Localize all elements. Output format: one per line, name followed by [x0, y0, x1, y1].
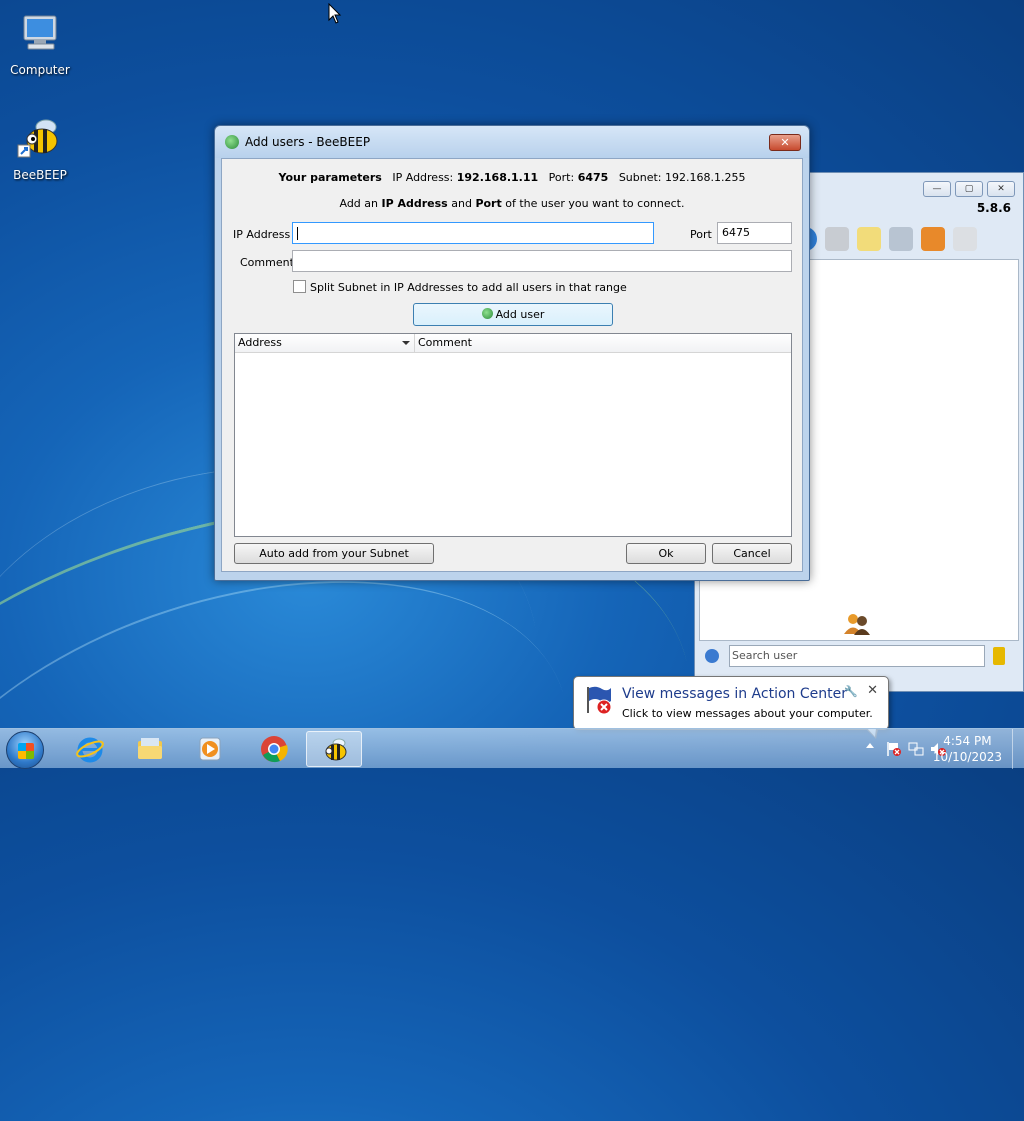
action-center-flag-icon	[587, 686, 612, 715]
desktop-icon-computer[interactable]: Computer	[0, 10, 80, 77]
ip-address-input[interactable]	[292, 222, 654, 244]
taskbar-explorer[interactable]	[122, 731, 178, 767]
split-subnet-label[interactable]: Split Subnet in IP Addresses to add all …	[310, 281, 627, 294]
chrome-icon	[261, 736, 288, 763]
clear-search-icon[interactable]	[993, 647, 1005, 665]
bee-icon	[17, 119, 58, 158]
trash-icon[interactable]	[953, 227, 977, 251]
your-parameters: Your parameters IP Address: 192.168.1.11…	[222, 171, 802, 184]
edit-icon[interactable]	[857, 227, 881, 251]
action-center-tray-icon[interactable]	[886, 741, 902, 757]
port-input[interactable]: 6475	[717, 222, 792, 244]
folder-icon	[138, 738, 162, 759]
hint-ip: IP Address	[381, 197, 448, 210]
media-player-icon	[199, 737, 221, 761]
text-caret	[297, 226, 298, 240]
sort-arrow-icon	[402, 341, 410, 345]
bee-icon	[325, 738, 347, 761]
add-user-label: Add user	[495, 308, 545, 321]
taskbar-beebeep[interactable]	[306, 731, 362, 767]
dialog-client: Your parameters IP Address: 192.168.1.11…	[221, 158, 803, 572]
add-user-button[interactable]: Add user	[413, 303, 613, 326]
add-user-icon	[481, 308, 493, 319]
desktop-icon-beebeep[interactable]: BeeBEEP	[0, 115, 80, 182]
hint-text: and	[447, 197, 476, 210]
search-user-input[interactable]: Search user	[729, 645, 985, 667]
column-label: Comment	[418, 336, 472, 349]
params-subnet-label: Subnet:	[618, 171, 662, 184]
params-ip-value: 192.168.1.11	[456, 171, 539, 184]
maximize-button[interactable]: ▢	[955, 181, 983, 197]
notification-close-button[interactable]: ✕	[867, 683, 878, 698]
port-label: Port	[690, 228, 712, 241]
clock-date: 10/10/2023	[932, 750, 1002, 764]
tools-icon[interactable]	[889, 227, 913, 251]
version-label: 5.8.6	[976, 201, 1011, 215]
clock-time: 4:54 PM	[943, 734, 992, 748]
taskbar-chrome[interactable]	[246, 731, 302, 767]
taskbar-internet-explorer[interactable]	[62, 731, 118, 767]
main-toolbar	[805, 221, 1011, 257]
beebeep-globe-icon	[225, 135, 239, 149]
params-ip-label: IP Address:	[392, 171, 454, 184]
auto-add-subnet-button[interactable]: Auto add from your Subnet	[234, 543, 434, 564]
pin-icon[interactable]: 🔧	[844, 685, 858, 698]
update-icon[interactable]	[921, 227, 945, 251]
windows-logo-icon	[18, 743, 34, 759]
split-subnet-checkbox[interactable]	[293, 280, 306, 293]
hint-port: Port	[475, 197, 502, 210]
dialog-close-button[interactable]: ✕	[769, 134, 801, 151]
close-button[interactable]: ✕	[987, 181, 1015, 197]
params-subnet-value: 192.168.1.255	[665, 171, 746, 184]
minimize-button[interactable]: —	[923, 181, 951, 197]
dialog-title: Add users - BeeBEEP	[245, 135, 371, 149]
show-hidden-icons-arrow-icon[interactable]	[866, 743, 874, 748]
desktop-icon-label: Computer	[10, 63, 70, 77]
comment-input[interactable]	[292, 250, 792, 272]
desktop-icon-label: BeeBEEP	[13, 168, 67, 182]
comment-label: Comment	[240, 256, 294, 269]
start-button[interactable]	[6, 731, 44, 769]
hint-text: Add an	[339, 197, 382, 210]
column-label: Address	[238, 336, 282, 349]
show-desktop-button[interactable]	[1012, 729, 1024, 769]
settings-gear-icon[interactable]	[705, 649, 719, 663]
ip-address-label: IP Address	[233, 228, 291, 241]
params-port-label: Port:	[548, 171, 575, 184]
users-table[interactable]: Address Comment	[234, 333, 792, 537]
ok-button[interactable]: Ok	[626, 543, 706, 564]
hint-text: of the user you want to connect.	[501, 197, 685, 210]
table-header: Address Comment	[235, 334, 791, 353]
window-controls: — ▢ ✕	[923, 181, 1015, 197]
vcard-icon[interactable]	[825, 227, 849, 251]
add-users-dialog: Add users - BeeBEEP ✕ Your parameters IP…	[214, 125, 810, 581]
cursor-arrow-icon	[328, 3, 342, 24]
system-tray: 4:54 PM 10/10/2023	[844, 729, 1024, 769]
computer-icon	[23, 15, 57, 50]
params-port-value: 6475	[577, 171, 609, 184]
taskbar-media-player[interactable]	[182, 731, 238, 767]
cancel-button[interactable]: Cancel	[712, 543, 792, 564]
users-icon	[844, 614, 870, 635]
taskbar: 4:54 PM 10/10/2023	[0, 728, 1024, 769]
notification-subtitle: Click to view messages about your comput…	[622, 707, 873, 720]
notification-title: View messages in Action Center	[622, 686, 847, 702]
column-header-address[interactable]: Address	[235, 334, 415, 353]
internet-explorer-icon	[76, 737, 104, 763]
dialog-titlebar[interactable]: Add users - BeeBEEP ✕	[215, 126, 809, 158]
column-header-comment[interactable]: Comment	[415, 334, 791, 353]
params-label: Your parameters	[278, 171, 382, 184]
instruction-text: Add an IP Address and Port of the user y…	[222, 197, 802, 210]
action-center-notification[interactable]: View messages in Action Center Click to …	[573, 676, 889, 739]
taskbar-clock[interactable]: 4:54 PM 10/10/2023	[933, 733, 1002, 765]
network-tray-icon[interactable]	[908, 741, 924, 757]
